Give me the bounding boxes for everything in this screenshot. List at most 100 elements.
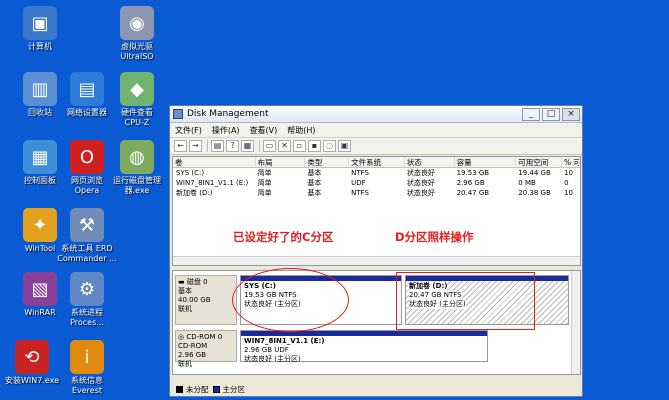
- minimize-button[interactable]: _: [522, 107, 540, 121]
- cpu-z-icon: ◆: [120, 72, 154, 106]
- column-filesystem[interactable]: 文件系统: [349, 157, 405, 167]
- disk-management-window: Disk Management _ □ × 文件(F) 操作(A) 查看(V) …: [169, 105, 583, 397]
- volume-list-header: 卷 布局 类型 文件系统 状态 容量 可用空间 % 可: [173, 157, 580, 168]
- column-status[interactable]: 状态: [405, 157, 455, 167]
- desktop-icon[interactable]: ◍ 运行磁盘管理 器.exe: [105, 140, 169, 196]
- list-view-icon[interactable]: ▤: [211, 140, 224, 152]
- search-icon[interactable]: ◌: [323, 140, 336, 152]
- toolbar-separator: [259, 140, 260, 152]
- table-cell: 20.38 GB: [518, 189, 551, 197]
- table-cell: 基本: [307, 189, 322, 197]
- table-cell: 基本: [307, 179, 322, 187]
- control-panel-icon: ▦: [23, 140, 57, 174]
- table-cell: 基本: [307, 169, 322, 177]
- table-cell: 2.96 GB: [456, 179, 485, 187]
- settings-icon[interactable]: ▣: [338, 140, 351, 152]
- partition-e-info: 2.96 GB UDF: [244, 346, 289, 354]
- desktop-icon-label: 硬件查看 CPU-Z: [121, 108, 153, 127]
- desktop-icon[interactable]: ⚒ 系统工具 ERD Commander ...: [55, 208, 119, 264]
- toolbar-separator: [207, 140, 208, 152]
- title-bar[interactable]: Disk Management _ □ ×: [170, 106, 582, 123]
- cdrom-icon: ◎: [178, 333, 185, 341]
- table-cell: 状态良好: [406, 179, 435, 187]
- winrar-icon: ▧: [23, 272, 57, 306]
- desktop-icon-label: 系统信息 Everest: [71, 376, 103, 395]
- properties-icon[interactable]: ▦: [241, 140, 254, 152]
- table-cell: NTFS: [351, 169, 369, 177]
- table-cell: 19.53 GB: [456, 169, 490, 177]
- table-row[interactable]: WIN7_8IN1_V1.1 (E:) 简单 基本 UDF 状态良好 2.96 GB 0 M…: [173, 178, 580, 188]
- table-cell: 状态良好: [406, 189, 435, 197]
- table-cell: 0: [564, 179, 569, 187]
- cdrom-0-info[interactable]: ◎ CD-ROM 0 CD-ROM 2.96 GB 联机: [175, 330, 237, 368]
- network-icon: ▤: [70, 72, 104, 106]
- disk-0-size: 40.00 GB: [178, 296, 211, 304]
- table-cell: 简单: [257, 189, 272, 197]
- desktop-icon[interactable]: ▣ 计算机: [8, 6, 72, 52]
- table-cell: 19.44 GB: [518, 169, 551, 177]
- help-icon[interactable]: ?: [226, 140, 239, 152]
- hard-disk-icon: ▬: [178, 278, 185, 286]
- everest-icon: i: [70, 340, 104, 374]
- unallocated-swatch: [176, 385, 183, 393]
- cdrom-0-status: 联机: [178, 360, 192, 368]
- table-cell: SYS (C:): [176, 169, 205, 177]
- column-volume[interactable]: 卷: [173, 157, 256, 167]
- cd-icon: ◉: [120, 6, 154, 40]
- primary-swatch: [212, 385, 220, 393]
- desktop-icon-label: 虚拟光驱 UltraISO: [120, 42, 154, 61]
- legend-primary: 主分区: [222, 384, 246, 394]
- desktop-icon-label: 运行磁盘管理 器.exe: [113, 176, 161, 195]
- erd-commander-icon: ⚒: [70, 208, 104, 242]
- desktop-icon[interactable]: ⚙ 系统进程 Proces...: [55, 272, 119, 328]
- partition-e-status: 状态良好 (主分区): [244, 355, 301, 363]
- desktop-icon[interactable]: ◆ 硬件查看 CPU-Z: [105, 72, 169, 128]
- annotation-c-partition: 已设定好了的C分区: [233, 230, 334, 244]
- disk-management-icon: [173, 109, 183, 119]
- save-icon[interactable]: ▪: [308, 140, 321, 152]
- horizontal-scrollbar[interactable]: [173, 256, 580, 265]
- partition-e[interactable]: WIN7_8IN1_V1.1 (E:) 2.96 GB UDF 状态良好 (主分…: [240, 330, 488, 363]
- table-row[interactable]: SYS (C:) 简单 基本 NTFS 状态良好 19.53 GB 19.44 GB 10: [173, 168, 580, 178]
- desktop-icon[interactable]: ◉ 虚拟光驱 UltraISO: [105, 6, 169, 62]
- forward-icon[interactable]: →: [189, 140, 202, 152]
- column-free-space[interactable]: 可用空间: [516, 157, 563, 167]
- back-icon[interactable]: ←: [174, 140, 187, 152]
- table-cell: 10: [564, 189, 573, 197]
- table-cell: 20.47 GB: [456, 189, 490, 197]
- folder-icon[interactable]: ▫: [293, 140, 306, 152]
- cdrom-0-name: CD-ROM 0: [186, 333, 223, 341]
- disk-0-info[interactable]: ▬ 磁盘 0 基本 40.00 GB 联机: [175, 275, 237, 325]
- table-cell: 10: [564, 169, 573, 177]
- table-row[interactable]: 新加卷 (D:) 简单 基本 NTFS 状态良好 20.47 GB 20.38 GB 10: [173, 188, 580, 198]
- annotation-box: [396, 272, 535, 330]
- window-title: Disk Management: [187, 109, 269, 119]
- disk-manager-icon: ◍: [120, 140, 154, 174]
- menu-help[interactable]: 帮助(H): [282, 125, 320, 136]
- maximize-button[interactable]: □: [542, 107, 560, 121]
- column-percent-free[interactable]: % 可: [562, 157, 580, 167]
- table-cell: 简单: [257, 169, 272, 177]
- desktop-icon-label: 系统进程 Proces...: [70, 308, 104, 327]
- cdrom-0-size: 2.96 GB: [178, 351, 207, 359]
- annotation-ellipse: [232, 268, 349, 332]
- menu-file[interactable]: 文件(F): [170, 125, 207, 136]
- column-layout[interactable]: 布局: [256, 157, 306, 167]
- legend-unallocated: 未分配: [186, 384, 209, 394]
- menu-action[interactable]: 操作(A): [207, 125, 245, 136]
- disk-0-status: 联机: [178, 305, 192, 313]
- close-button[interactable]: ×: [562, 107, 580, 121]
- delete-icon[interactable]: ✕: [278, 140, 291, 152]
- disk-0-name: 磁盘 0: [186, 278, 208, 286]
- table-cell: 简单: [257, 179, 272, 187]
- column-capacity[interactable]: 容量: [455, 157, 517, 167]
- vertical-scrollbar[interactable]: [571, 271, 580, 374]
- legend: 未分配 主分区: [172, 384, 581, 394]
- table-cell: NTFS: [351, 189, 369, 197]
- toolbar: ← → ▤ ? ▦ ▭ ✕ ▫ ▪ ◌ ▣: [170, 138, 582, 155]
- process-icon: ⚙: [70, 272, 104, 306]
- desktop-icon[interactable]: i 系统信息 Everest: [55, 340, 119, 396]
- column-type[interactable]: 类型: [305, 157, 350, 167]
- menu-view[interactable]: 查看(V): [245, 125, 283, 136]
- document-icon[interactable]: ▭: [263, 140, 276, 152]
